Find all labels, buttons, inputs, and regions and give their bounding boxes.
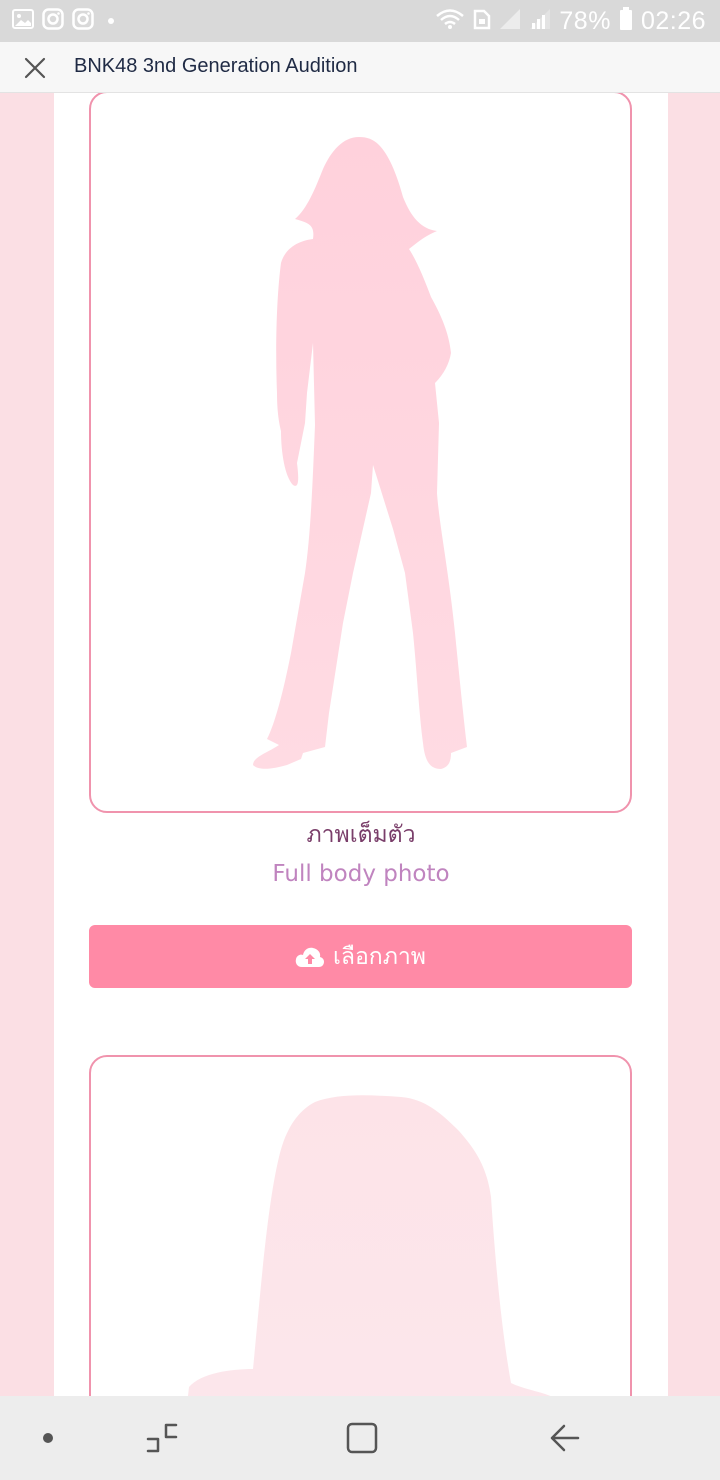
home-button[interactable]	[340, 1418, 384, 1458]
wifi-icon	[435, 8, 465, 34]
clock: 02:26	[640, 6, 706, 35]
recent-apps-icon	[146, 1423, 178, 1453]
system-icons: 78% 02:26	[435, 6, 706, 36]
full-body-title-en: Full body photo	[272, 861, 450, 887]
select-photo-button[interactable]: เลือกภาพ	[89, 925, 632, 988]
signal-icon	[529, 8, 551, 34]
battery-percentage: 78%	[559, 6, 611, 35]
gallery-icon	[12, 9, 34, 33]
full-body-photo-frame[interactable]	[89, 93, 632, 813]
cloud-upload-icon	[295, 947, 325, 967]
recent-apps-button[interactable]	[140, 1418, 184, 1458]
half-body-silhouette-icon	[187, 1095, 551, 1396]
instagram-icon	[72, 8, 94, 34]
notification-icons	[12, 8, 114, 34]
select-photo-label: เลือกภาพ	[333, 943, 426, 970]
battery-icon	[619, 7, 633, 35]
dot-icon[interactable]	[36, 1418, 60, 1458]
sim-icon	[473, 8, 491, 34]
close-icon	[24, 57, 46, 79]
instagram-icon	[42, 8, 64, 34]
app-bar: BNK48 3nd Generation Audition	[0, 42, 720, 93]
close-button[interactable]	[20, 54, 50, 82]
half-body-photo-frame[interactable]	[89, 1055, 632, 1396]
status-bar: 78% 02:26	[0, 0, 720, 42]
navigation-bar	[0, 1396, 720, 1480]
home-icon	[346, 1422, 378, 1454]
back-button[interactable]	[542, 1418, 586, 1458]
full-body-silhouette-icon	[253, 137, 467, 769]
full-body-title-th: ภาพเต็มตัว	[306, 822, 416, 848]
signal-icon	[499, 8, 521, 34]
back-icon	[550, 1424, 580, 1452]
more-notifications-dot	[108, 18, 114, 24]
audition-form: ภาพเต็มตัว Full body photo เลือกภาพ	[54, 93, 668, 1396]
page-title: BNK48 3nd Generation Audition	[74, 55, 358, 77]
